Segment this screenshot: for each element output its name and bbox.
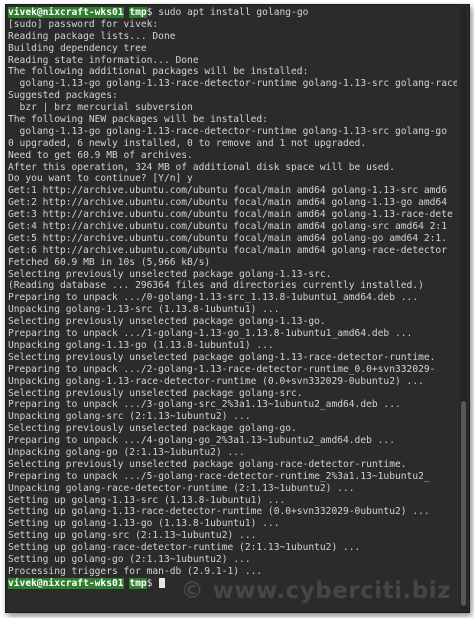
output-line: 0 upgraded, 6 newly installed, 0 to remo… <box>8 137 367 149</box>
terminal-output[interactable]: vivek@nixcraft-wks01 tmp$ sudo apt insta… <box>8 7 457 610</box>
output-line: Unpacking golang-1.13-src (1.13.8-1ubunt… <box>8 304 280 316</box>
watermark: © www.cyberciti.biz <box>180 578 451 604</box>
output-line: Unpacking golang-go (2:1.13~1ubuntu2) ..… <box>8 446 245 458</box>
output-line: Setting up golang-1.13-race-detector-run… <box>8 506 430 518</box>
output-line: Selecting previously unselected package … <box>8 458 407 470</box>
output-line: Unpacking golang-race-detector-runtime (… <box>8 482 355 494</box>
output-line: Setting up golang-1.13-go (1.13.8-1ubunt… <box>8 518 280 530</box>
output-line: Unpacking golang-1.13-race-detector-runt… <box>8 375 424 387</box>
output-line: Fetched 60.9 MB in 10s (5,966 kB/s) <box>8 256 211 268</box>
output-line: (Reading database ... 296364 files and d… <box>8 280 424 292</box>
output-line: Selecting previously unselected package … <box>8 423 297 435</box>
prompt-directory: tmp <box>129 7 147 18</box>
output-line: Setting up golang-go (2:1.13~1ubuntu2) .… <box>8 553 251 565</box>
output-line: After this operation, 324 MB of addition… <box>8 161 395 173</box>
output-line: Selecting previously unselected package … <box>8 351 436 363</box>
output-line: Processing triggers for man-db (2.9.1-1)… <box>8 565 263 577</box>
output-line: Need to get 60.9 MB of archives. <box>8 149 193 161</box>
output-line: Get:6 http://archive.ubuntu.com/ubuntu f… <box>8 244 447 256</box>
output-line: Setting up golang-src (2:1.13~1ubuntu2) … <box>8 530 257 542</box>
output-line: Do you want to continue? [Y/n] y <box>8 173 193 185</box>
output-line: Reading state information... Done <box>8 54 199 66</box>
output-line: Get:2 http://archive.ubuntu.com/ubuntu f… <box>8 197 447 209</box>
output-line: Preparing to unpack .../3-golang-src_2%3… <box>8 399 401 411</box>
output-line: Unpacking golang-1.13-go (1.13.8-1ubuntu… <box>8 339 274 351</box>
output-line: Suggested packages: <box>8 90 118 102</box>
prompt-directory: tmp <box>129 577 147 589</box>
output-line: Setting up golang-1.13-src (1.13.8-1ubun… <box>8 494 286 506</box>
output-line: Setting up golang-race-detector-runtime … <box>8 542 361 554</box>
output-line: Reading package lists... Done <box>8 30 176 42</box>
scrollbar-thumb[interactable] <box>461 400 466 606</box>
output-line: Building dependency tree <box>8 42 147 54</box>
prompt-line: vivek@nixcraft-wks01 tmp$ sudo apt insta… <box>8 7 457 19</box>
output-line: Get:5 http://archive.ubuntu.com/ubuntu f… <box>8 232 447 244</box>
terminal-window: vivek@nixcraft-wks01 tmp$ sudo apt insta… <box>5 4 470 613</box>
prompt-user-host: vivek@nixcraft-wks01 <box>8 577 124 589</box>
output-line: Get:1 http://archive.ubuntu.com/ubuntu f… <box>8 185 447 197</box>
output-line: golang-1.13-go golang-1.13-race-detector… <box>8 78 457 90</box>
output-line: Preparing to unpack .../4-golang-go_2%3a… <box>8 435 395 447</box>
output-line: Selecting previously unselected package … <box>8 268 332 280</box>
prompt-user-host: vivek@nixcraft-wks01 <box>8 7 124 18</box>
output-line: bzr | brz mercurial subversion <box>8 102 193 114</box>
output-line: Preparing to unpack .../1-golang-1.13-go… <box>8 328 413 340</box>
output-line: Preparing to unpack .../0-golang-1.13-sr… <box>8 292 419 304</box>
command-output: [sudo] password for vivek: Reading packag… <box>8 19 457 578</box>
output-line: Preparing to unpack .../5-golang-race-de… <box>8 470 430 482</box>
output-line: Get:4 http://archive.ubuntu.com/ubuntu f… <box>8 221 447 233</box>
output-line: The following NEW packages will be insta… <box>8 114 268 126</box>
output-line: [sudo] password for vivek: <box>8 18 159 30</box>
output-line: Selecting previously unselected package … <box>8 316 326 328</box>
output-line: Selecting previously unselected package … <box>8 387 303 399</box>
text-cursor <box>159 577 166 588</box>
output-line: golang-1.13-go golang-1.13-race-detector… <box>8 125 447 137</box>
output-line: Unpacking golang-src (2:1.13~1ubuntu2) .… <box>8 411 251 423</box>
vertical-scrollbar[interactable] <box>460 7 467 610</box>
output-line: Get:3 http://archive.ubuntu.com/ubuntu f… <box>8 209 453 221</box>
command-text: sudo apt install golang-go <box>152 7 309 18</box>
output-line: Preparing to unpack .../2-golang-1.13-ra… <box>8 363 436 375</box>
output-line: The following additional packages will b… <box>8 66 309 78</box>
